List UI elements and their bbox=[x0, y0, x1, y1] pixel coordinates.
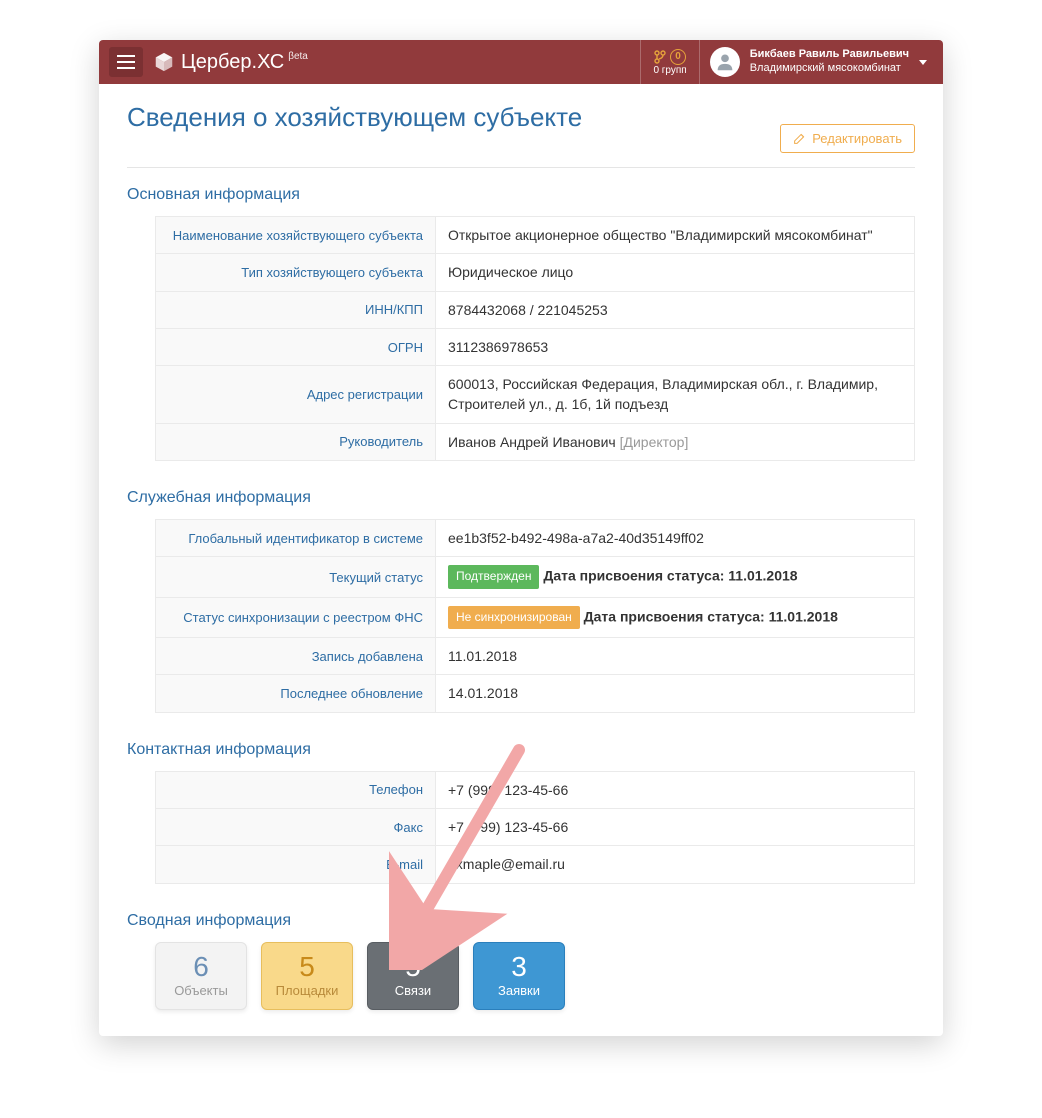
field-value: 11.01.2018 bbox=[436, 638, 915, 675]
tile-label: Связи bbox=[395, 983, 431, 998]
tile-links[interactable]: 5 Связи bbox=[367, 942, 459, 1010]
tile-number: 5 bbox=[405, 953, 421, 981]
user-menu[interactable]: Бикбаев Равиль Равильевич Владимирский м… bbox=[699, 40, 935, 84]
user-name: Бикбаев Равиль Равильевич bbox=[750, 48, 909, 62]
table-row: E-mailexmaple@email.ru bbox=[156, 846, 915, 883]
tile-objects[interactable]: 6 Объекты bbox=[155, 942, 247, 1010]
tile-sites[interactable]: 5 Площадки bbox=[261, 942, 353, 1010]
main-info-table: Наименование хозяйствующего субъектаОткр… bbox=[155, 216, 915, 461]
groups-count: 0 bbox=[670, 49, 686, 65]
field-value: exmaple@email.ru bbox=[436, 846, 915, 883]
field-label: ОГРН bbox=[156, 328, 436, 365]
field-value: 8784432068 / 221045253 bbox=[436, 291, 915, 328]
field-value: Юридическое лицо bbox=[436, 254, 915, 291]
divider bbox=[127, 167, 915, 168]
field-label: Статус синхронизации с реестром ФНС bbox=[156, 597, 436, 637]
topbar: Цербер.ХС βeta 0 0 групп bbox=[99, 40, 943, 84]
field-value: Подтвержден Дата присвоения статуса: 11.… bbox=[436, 557, 915, 597]
service-info-table: Глобальный идентификатор в системеee1b3f… bbox=[155, 519, 915, 713]
field-value: Иванов Андрей Иванович [Директор] bbox=[436, 423, 915, 460]
app-window: Цербер.ХС βeta 0 0 групп bbox=[99, 40, 943, 1036]
field-label: ИНН/КПП bbox=[156, 291, 436, 328]
field-value: +7 (999) 123-45-66 bbox=[436, 771, 915, 808]
table-row: Телефон+7 (999) 123-45-66 bbox=[156, 771, 915, 808]
field-label: Текущий статус bbox=[156, 557, 436, 597]
edit-button-label: Редактировать bbox=[812, 131, 902, 146]
chevron-down-icon bbox=[919, 60, 927, 65]
field-value: ee1b3f52-b492-498a-a7a2-40d35149ff02 bbox=[436, 520, 915, 557]
status-badge-confirmed: Подтвержден bbox=[448, 565, 539, 588]
field-label: Запись добавлена bbox=[156, 638, 436, 675]
field-value: +7 (999) 123-45-66 bbox=[436, 809, 915, 846]
table-row: ОГРН3112386978653 bbox=[156, 328, 915, 365]
field-value: Не синхронизирован Дата присвоения стату… bbox=[436, 597, 915, 637]
field-label: Телефон bbox=[156, 771, 436, 808]
table-row: Факс+7 (999) 123-45-66 bbox=[156, 809, 915, 846]
field-value: 14.01.2018 bbox=[436, 675, 915, 712]
edit-button[interactable]: Редактировать bbox=[780, 124, 915, 153]
hamburger-menu-button[interactable] bbox=[109, 47, 143, 77]
field-label: E-mail bbox=[156, 846, 436, 883]
page-title: Сведения о хозяйствующем субъекте bbox=[127, 102, 582, 133]
tile-requests[interactable]: 3 Заявки bbox=[473, 942, 565, 1010]
user-icon bbox=[714, 51, 736, 73]
field-label: Факс bbox=[156, 809, 436, 846]
content-area: Сведения о хозяйствующем субъекте Редакт… bbox=[99, 84, 943, 1036]
table-row: Статус синхронизации с реестром ФНС Не с… bbox=[156, 597, 915, 637]
field-label: Тип хозяйствующего субъекта bbox=[156, 254, 436, 291]
table-row: Последнее обновление14.01.2018 bbox=[156, 675, 915, 712]
tile-number: 6 bbox=[193, 953, 209, 981]
section-service-title: Служебная информация bbox=[127, 489, 915, 507]
groups-indicator[interactable]: 0 0 групп bbox=[640, 40, 698, 84]
beta-badge: βeta bbox=[288, 51, 308, 62]
tile-label: Заявки bbox=[498, 983, 540, 998]
table-row: Глобальный идентификатор в системеee1b3f… bbox=[156, 520, 915, 557]
field-label: Адрес регистрации bbox=[156, 366, 436, 424]
table-row: ИНН/КПП8784432068 / 221045253 bbox=[156, 291, 915, 328]
cube-icon bbox=[153, 51, 175, 73]
status-date-text: Дата присвоения статуса: 11.01.2018 bbox=[584, 608, 838, 624]
branch-icon bbox=[654, 50, 666, 64]
brand: Цербер.ХС βeta bbox=[153, 51, 308, 74]
table-row: Тип хозяйствующего субъектаЮридическое л… bbox=[156, 254, 915, 291]
field-label: Наименование хозяйствующего субъекта bbox=[156, 217, 436, 254]
pencil-icon bbox=[793, 132, 806, 145]
status-badge-notsync: Не синхронизирован bbox=[448, 606, 580, 629]
user-text: Бикбаев Равиль Равильевич Владимирский м… bbox=[750, 48, 909, 76]
groups-label: 0 групп bbox=[653, 65, 686, 76]
tile-number: 3 bbox=[511, 953, 527, 981]
table-row: Адрес регистрации600013, Российская Феде… bbox=[156, 366, 915, 424]
field-value: Открытое акционерное общество "Владимирс… bbox=[436, 217, 915, 254]
table-row: Руководитель Иванов Андрей Иванович [Дир… bbox=[156, 423, 915, 460]
table-row: Запись добавлена11.01.2018 bbox=[156, 638, 915, 675]
field-label: Глобальный идентификатор в системе bbox=[156, 520, 436, 557]
table-row: Текущий статус Подтвержден Дата присвоен… bbox=[156, 557, 915, 597]
section-summary-title: Сводная информация bbox=[127, 912, 915, 930]
field-value: 600013, Российская Федерация, Владимирск… bbox=[436, 366, 915, 424]
summary-tiles: 6 Объекты 5 Площадки 5 Связи 3 Заявки bbox=[155, 942, 915, 1010]
table-row: Наименование хозяйствующего субъектаОткр… bbox=[156, 217, 915, 254]
section-contact-title: Контактная информация bbox=[127, 741, 915, 759]
avatar bbox=[710, 47, 740, 77]
status-date-text: Дата присвоения статуса: 11.01.2018 bbox=[543, 568, 797, 584]
field-value: 3112386978653 bbox=[436, 328, 915, 365]
section-main-title: Основная информация bbox=[127, 186, 915, 204]
field-label: Руководитель bbox=[156, 423, 436, 460]
director-name: Иванов Андрей Иванович bbox=[448, 434, 616, 450]
director-role: [Директор] bbox=[620, 434, 689, 450]
field-label: Последнее обновление bbox=[156, 675, 436, 712]
tile-label: Объекты bbox=[174, 983, 228, 998]
contact-info-table: Телефон+7 (999) 123-45-66 Факс+7 (999) 1… bbox=[155, 771, 915, 884]
user-org: Владимирский мясокомбинат bbox=[750, 62, 909, 76]
tile-label: Площадки bbox=[276, 983, 339, 998]
brand-title: Цербер.ХС bbox=[181, 51, 284, 74]
tile-number: 5 bbox=[299, 953, 315, 981]
